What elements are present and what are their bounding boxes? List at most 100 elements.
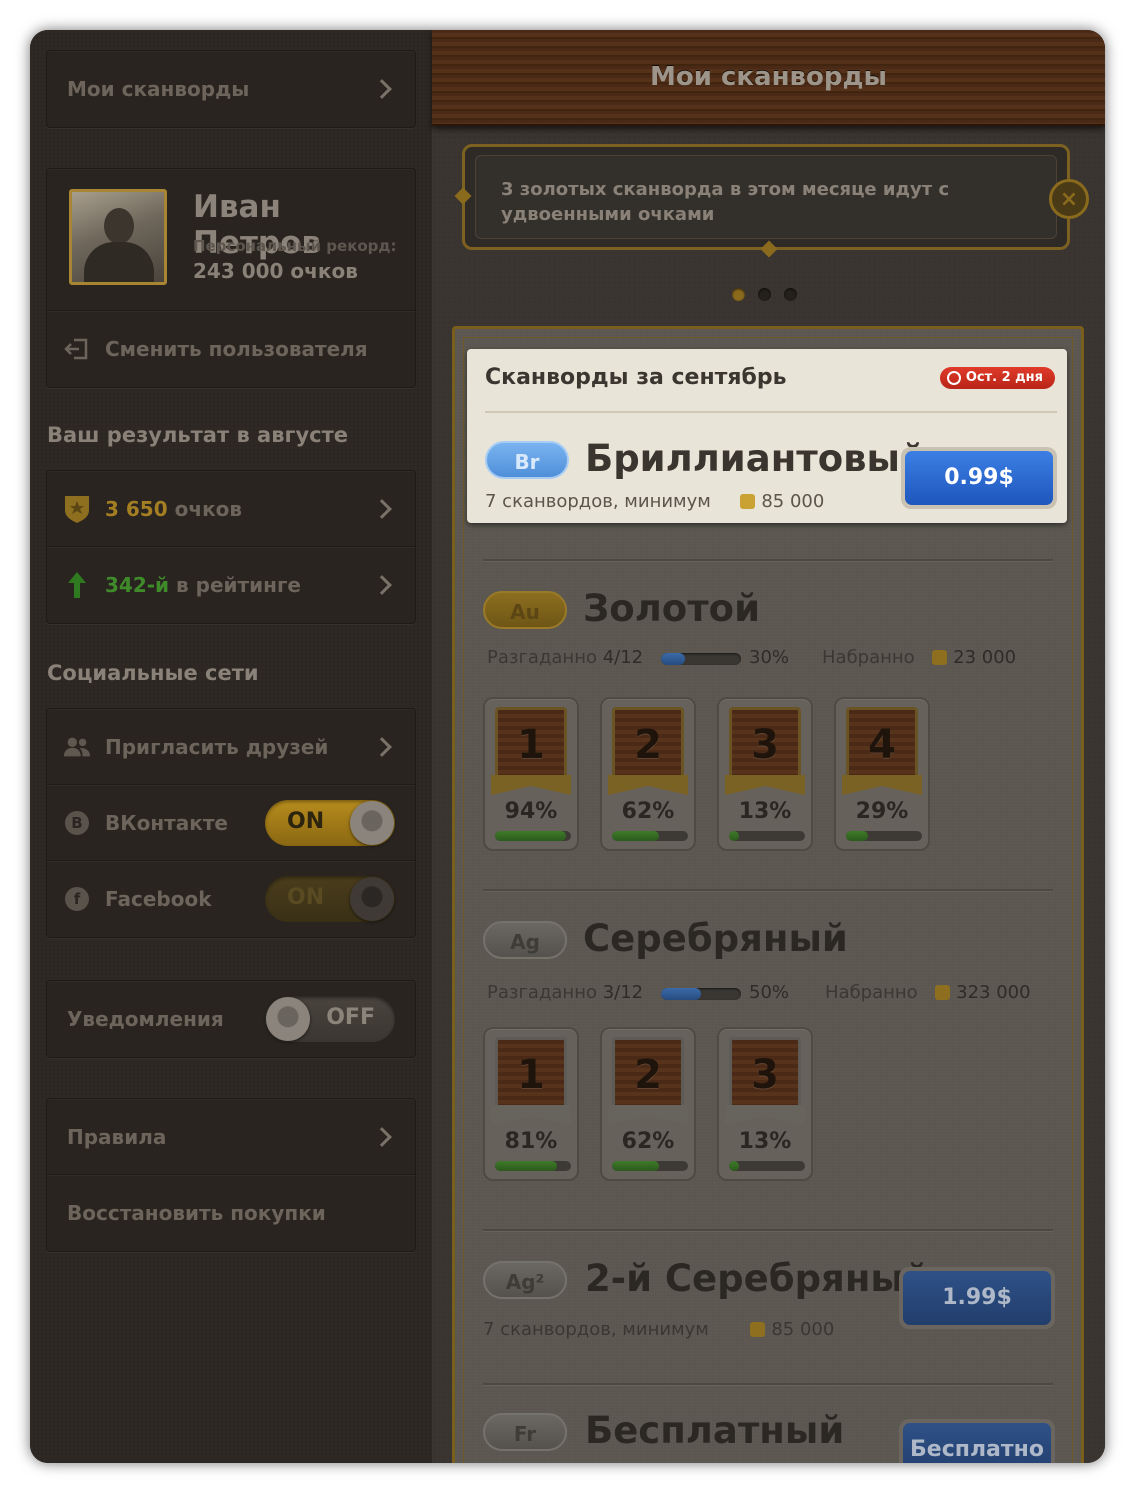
profile-group: Иван Петров Персональный рекорд: 243 000… bbox=[46, 168, 416, 388]
record-value: 243 000 очков bbox=[193, 259, 358, 283]
scanword-progress-bar bbox=[612, 1161, 688, 1171]
vk-label: ВКонтакте bbox=[105, 810, 228, 835]
ribbon-decoration bbox=[725, 1105, 805, 1125]
invite-friends-label: Пригласить друзей bbox=[105, 734, 329, 759]
social-group: Пригласить друзей B ВКонтакте ON f Faceb… bbox=[46, 708, 416, 938]
social-heading: Социальные сети bbox=[47, 661, 259, 685]
vk-toggle[interactable]: ON bbox=[265, 799, 395, 846]
collected-label: Набранно bbox=[825, 982, 918, 1003]
facebook-toggle[interactable]: ON bbox=[265, 876, 395, 922]
chevron-right-icon bbox=[372, 736, 392, 757]
logout-icon bbox=[63, 335, 91, 363]
free-button[interactable]: Бесплатно bbox=[899, 1419, 1055, 1463]
solved-value: 3/12 bbox=[602, 982, 644, 1003]
promo-banner: 3 золотых сканворда в этом месяце идут с… bbox=[454, 144, 1089, 258]
rules-row[interactable]: Правила bbox=[47, 1099, 415, 1175]
gold-progress-pct: 30% bbox=[749, 647, 790, 668]
time-left-badge: Ост. 2 дня bbox=[939, 367, 1055, 389]
rules-label: Правила bbox=[67, 1124, 167, 1149]
tier-name-diamond: Бриллиантовый bbox=[585, 437, 926, 480]
tier-name-silver2: 2-й Серебряный bbox=[585, 1257, 930, 1300]
ribbon-decoration bbox=[842, 775, 922, 795]
rating-value: 342-й bbox=[105, 573, 170, 597]
notifications-group: Уведомления OFF bbox=[46, 980, 416, 1058]
close-icon[interactable]: × bbox=[1049, 179, 1089, 219]
score-value: 3 650 bbox=[105, 496, 168, 521]
scanword-percent: 29% bbox=[855, 799, 909, 824]
scanword-progress-bar bbox=[495, 831, 571, 841]
ribbon-decoration bbox=[491, 1105, 571, 1125]
ribbon-decoration bbox=[725, 775, 805, 795]
rating-suffix: в рейтинге bbox=[176, 573, 301, 597]
chevron-right-icon bbox=[372, 1126, 392, 1147]
page-dot[interactable] bbox=[784, 288, 797, 301]
month-card: Сканворды за сентябрь Ост. 2 дня Br Брил… bbox=[467, 349, 1067, 523]
vk-toggle-text: ON bbox=[287, 808, 325, 834]
avatar[interactable] bbox=[69, 189, 167, 285]
progress-fill bbox=[729, 831, 739, 841]
scanword-percent: 62% bbox=[621, 799, 675, 824]
scanword-card[interactable]: 2 62% bbox=[600, 1027, 696, 1181]
facebook-icon: f bbox=[65, 887, 89, 911]
scanword-number: 2 bbox=[612, 707, 684, 781]
solved-label: Разгаданно bbox=[487, 982, 597, 1003]
tier-badge-ag2: Ag² bbox=[483, 1261, 567, 1299]
score-row[interactable]: 3 650 очков bbox=[47, 471, 415, 547]
notifications-toggle[interactable]: OFF bbox=[265, 996, 395, 1042]
scanword-number: 1 bbox=[495, 1037, 567, 1111]
scanword-percent: 81% bbox=[504, 1129, 558, 1154]
vk-icon: B bbox=[65, 810, 89, 835]
collected-value: 23 000 bbox=[953, 647, 1017, 668]
page-dot[interactable] bbox=[758, 288, 771, 301]
vk-row: B ВКонтакте ON bbox=[47, 785, 415, 861]
scanword-progress-bar bbox=[846, 831, 922, 841]
main-area: Мои сканворды 3 золотых сканворда в этом… bbox=[432, 30, 1105, 1463]
buy-silver2-button[interactable]: 1.99$ bbox=[899, 1267, 1055, 1329]
facebook-label: Facebook bbox=[105, 887, 212, 911]
coin-icon bbox=[935, 985, 951, 1000]
tier-badge-br: Br bbox=[485, 441, 569, 479]
tiers-panel: Сканворды за сентябрь Ост. 2 дня Br Брил… bbox=[452, 326, 1084, 1463]
scanword-progress-bar bbox=[729, 1161, 805, 1171]
my-scanwords-group: Мои сканворды bbox=[46, 50, 416, 128]
tier-min-points: 85 000 bbox=[761, 491, 825, 512]
scanword-progress-bar bbox=[612, 831, 688, 841]
switch-user-label: Сменить пользователя bbox=[105, 337, 368, 361]
scanword-card[interactable]: 2 62% bbox=[600, 697, 696, 851]
scanword-card[interactable]: 1 81% bbox=[483, 1027, 579, 1181]
page-dots bbox=[732, 288, 797, 301]
coin-icon bbox=[932, 650, 948, 665]
scanword-percent: 94% bbox=[504, 799, 558, 824]
my-scanwords-row[interactable]: Мои сканворды bbox=[47, 51, 415, 127]
collected-label: Набранно bbox=[822, 647, 915, 668]
toggle-knob bbox=[266, 997, 310, 1041]
scanword-card[interactable]: 3 13% bbox=[717, 1027, 813, 1181]
chevron-right-icon bbox=[372, 79, 392, 99]
tier-name-silver: Серебряный bbox=[583, 917, 848, 960]
collected-value: 323 000 bbox=[956, 982, 1031, 1003]
scanword-percent: 13% bbox=[738, 1129, 792, 1154]
arrow-up-icon bbox=[63, 571, 91, 599]
scanword-number: 3 bbox=[729, 707, 801, 781]
facebook-row: f Facebook ON bbox=[47, 861, 415, 937]
coin-icon bbox=[750, 1322, 766, 1337]
rating-row[interactable]: 342-й в рейтинге bbox=[47, 547, 415, 623]
invite-friends-row[interactable]: Пригласить друзей bbox=[47, 709, 415, 785]
shield-star-icon bbox=[63, 495, 91, 523]
tier-badge-fr: Fr bbox=[483, 1413, 567, 1451]
scanword-card[interactable]: 3 13% bbox=[717, 697, 813, 851]
scanword-card[interactable]: 1 94% bbox=[483, 697, 579, 851]
scanword-number: 3 bbox=[729, 1037, 801, 1111]
profile-row: Иван Петров Персональный рекорд: 243 000… bbox=[47, 169, 415, 311]
august-heading: Ваш результат в августе bbox=[47, 423, 349, 447]
august-group: 3 650 очков 342-й в рейтинге bbox=[46, 470, 416, 624]
progress-fill bbox=[495, 831, 567, 841]
chevron-right-icon bbox=[372, 575, 392, 595]
page-dot[interactable] bbox=[732, 288, 745, 301]
scanword-card[interactable]: 4 29% bbox=[834, 697, 930, 851]
toggle-knob bbox=[350, 800, 394, 845]
switch-user-row[interactable]: Сменить пользователя bbox=[47, 311, 415, 387]
silver-progress-pct: 50% bbox=[749, 982, 790, 1003]
restore-purchases-row[interactable]: Восстановить покупки bbox=[47, 1175, 415, 1251]
buy-diamond-button[interactable]: 0.99$ bbox=[901, 447, 1057, 509]
